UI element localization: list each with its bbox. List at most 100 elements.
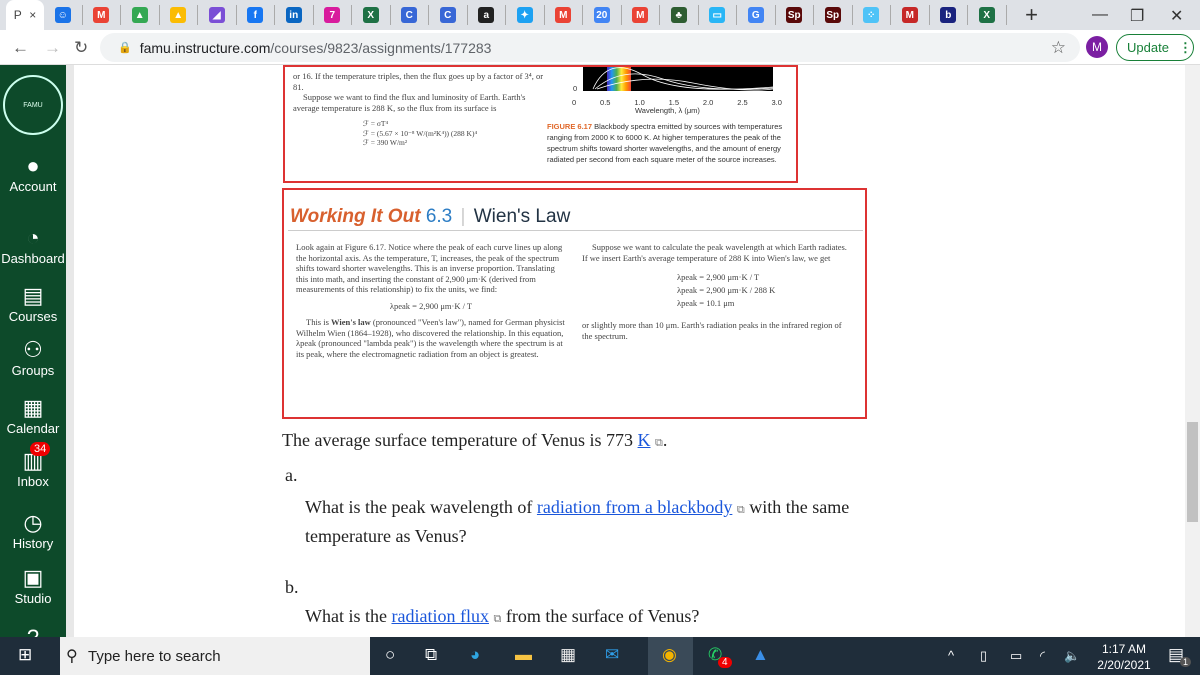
account-icon: ● bbox=[26, 153, 40, 178]
sidebar-item-dashboard[interactable]: ◔ Dashboard bbox=[0, 225, 66, 266]
minimize-icon[interactable]: — bbox=[1092, 6, 1108, 24]
dashboard-icon: ◔ bbox=[26, 225, 40, 250]
plant-icon: ♣ bbox=[670, 7, 687, 23]
link-kelvin[interactable]: K bbox=[638, 430, 651, 450]
browser-tab[interactable]: C bbox=[429, 5, 468, 25]
browser-tab[interactable]: b bbox=[930, 5, 968, 25]
browser-tab[interactable]: M bbox=[83, 5, 121, 25]
sidebar-item-groups[interactable]: ⚇ Groups bbox=[0, 337, 66, 378]
sidebar-item-label: Account bbox=[9, 179, 57, 194]
profile-avatar[interactable]: M bbox=[1086, 36, 1108, 58]
sidebar-item-courses[interactable]: ▤ Courses bbox=[0, 283, 66, 324]
mcgraw-icon: M bbox=[901, 7, 918, 23]
notification-count: 1 bbox=[1180, 657, 1192, 667]
tab-close-icon[interactable]: × bbox=[29, 8, 36, 22]
browser-tab[interactable]: C bbox=[391, 5, 429, 25]
scrollbar-thumb[interactable] bbox=[1187, 422, 1198, 522]
browser-tab[interactable]: ☺ bbox=[44, 5, 83, 25]
browser-tab[interactable]: M bbox=[545, 5, 583, 25]
chrome-taskbar-button[interactable]: ◉ bbox=[648, 637, 693, 675]
browser-tab[interactable]: ♣ bbox=[660, 5, 699, 25]
sidebar-item-inbox[interactable]: ▥ Inbox 34 bbox=[0, 442, 66, 489]
sidebar-item-account[interactable]: ● Account bbox=[0, 153, 66, 194]
restore-icon[interactable]: ❐ bbox=[1130, 6, 1144, 26]
active-tab[interactable]: P × bbox=[6, 0, 44, 30]
spectrum-curves bbox=[592, 67, 773, 91]
paragraph: or slightly more than 10 μm. Earth's rad… bbox=[582, 320, 842, 341]
browser-tab[interactable]: M bbox=[891, 5, 930, 25]
update-button[interactable]: Update ⋮ bbox=[1116, 34, 1194, 61]
back-icon[interactable]: ← bbox=[12, 38, 29, 58]
sidebar-item-label: Groups bbox=[11, 363, 55, 378]
windows-start-icon[interactable]: ⊞ bbox=[18, 645, 32, 665]
equation: ℱ = 390 W/m² bbox=[363, 138, 408, 147]
sidebar-item-history[interactable]: ◷ History bbox=[0, 510, 66, 551]
tab-title: P bbox=[13, 8, 22, 22]
edge-icon[interactable]: ◕ bbox=[470, 645, 480, 665]
sidebar-item-studio[interactable]: ▣ Studio bbox=[0, 565, 66, 606]
linkedin-icon: in bbox=[285, 7, 302, 23]
sidebar-item-label: Calendar bbox=[6, 421, 60, 436]
browser-tab[interactable]: a bbox=[468, 5, 506, 25]
browser-tab[interactable]: X bbox=[968, 5, 1007, 25]
x-axis-label: Wavelength, λ (μm) bbox=[635, 106, 700, 115]
page-scrollbar[interactable] bbox=[1185, 65, 1200, 637]
excel-icon: X bbox=[362, 7, 379, 23]
amazon-icon: a bbox=[478, 7, 495, 23]
y-tick: 0 bbox=[573, 84, 578, 93]
wifi-icon[interactable]: ◜ bbox=[1040, 648, 1045, 664]
cortana-icon[interactable]: ○ bbox=[385, 645, 395, 665]
browser-tab[interactable]: ▲ bbox=[160, 5, 198, 25]
sidebar-item-label: History bbox=[12, 536, 54, 551]
browser-tab[interactable]: ▲ bbox=[121, 5, 160, 25]
link-blackbody[interactable]: radiation from a blackbody bbox=[537, 497, 732, 517]
browser-tab[interactable]: in bbox=[275, 5, 314, 25]
equation: λpeak = 2,900 μm·K / T bbox=[389, 300, 473, 311]
sidebar-item-label: Dashboard bbox=[1, 251, 65, 266]
famu-logo[interactable]: FAMU bbox=[3, 75, 63, 135]
link-radiation-flux[interactable]: radiation flux bbox=[391, 606, 488, 626]
battery-icon[interactable]: ▭ bbox=[1010, 648, 1022, 664]
b-icon: b bbox=[940, 7, 957, 23]
spectrum-plot bbox=[583, 67, 773, 91]
photos-icon[interactable]: ▲ bbox=[752, 645, 769, 665]
url-field[interactable]: 🔒 famu.instructure.com/courses/9823/assi… bbox=[100, 33, 1080, 62]
browser-tab[interactable]: Sp bbox=[776, 5, 814, 25]
chrome-icon: ◉ bbox=[662, 645, 677, 664]
browser-tab[interactable]: 7 bbox=[314, 5, 352, 25]
browser-tab[interactable]: X bbox=[352, 5, 391, 25]
browser-tab[interactable]: G bbox=[737, 5, 776, 25]
close-window-icon[interactable]: ✕ bbox=[1170, 6, 1183, 26]
browser-tab[interactable]: ◢ bbox=[198, 5, 237, 25]
browser-tab[interactable]: Sp bbox=[814, 5, 853, 25]
new-tab-button[interactable]: + bbox=[1017, 2, 1047, 28]
paragraph-start: This is bbox=[306, 317, 332, 327]
sidebar-item-calendar[interactable]: ▦ Calendar bbox=[0, 395, 66, 436]
whatsapp-badge: 4 bbox=[718, 657, 732, 668]
sidebar-scrollbar[interactable] bbox=[66, 65, 74, 637]
browser-tab[interactable]: ✦ bbox=[506, 5, 545, 25]
browser-tab[interactable]: ▭ bbox=[699, 5, 737, 25]
chevron-up-icon[interactable]: ^ bbox=[948, 648, 954, 663]
task-view-icon[interactable]: ⧉ bbox=[425, 645, 437, 665]
forward-icon[interactable]: → bbox=[44, 38, 61, 58]
part-b-label: b. bbox=[285, 577, 299, 597]
browser-tab[interactable]: M bbox=[622, 5, 660, 25]
taskbar-search[interactable]: ⚲ Type here to search bbox=[60, 637, 370, 675]
file-explorer-icon[interactable]: ▬ bbox=[515, 645, 532, 665]
browser-tab[interactable]: ⁘ bbox=[853, 5, 891, 25]
studio-icon: ▣ bbox=[22, 565, 44, 590]
sidebar-item-label: Studio bbox=[14, 591, 52, 606]
meet-now-icon[interactable]: ▯ bbox=[980, 648, 987, 664]
equation: λpeak = 2,900 μm·K / T bbox=[677, 272, 760, 282]
store-icon[interactable]: ▦ bbox=[560, 645, 576, 665]
bookmark-star-icon[interactable]: ☆ bbox=[1051, 38, 1066, 58]
browser-tab[interactable]: 20 bbox=[583, 5, 622, 25]
global-nav: FAMU ● Account ◔ Dashboard ▤ Courses ⚇ Groups ▦ C… bbox=[0, 65, 66, 650]
clock[interactable]: 1:17 AM 2/20/2021 bbox=[1094, 641, 1154, 673]
reload-icon[interactable]: ↻ bbox=[74, 38, 88, 58]
volume-icon[interactable]: 🔈 bbox=[1064, 648, 1080, 664]
browser-tab[interactable]: f bbox=[237, 5, 275, 25]
menu-icon[interactable]: ⋮ bbox=[1179, 40, 1192, 56]
mail-icon[interactable]: ✉ bbox=[605, 645, 619, 665]
